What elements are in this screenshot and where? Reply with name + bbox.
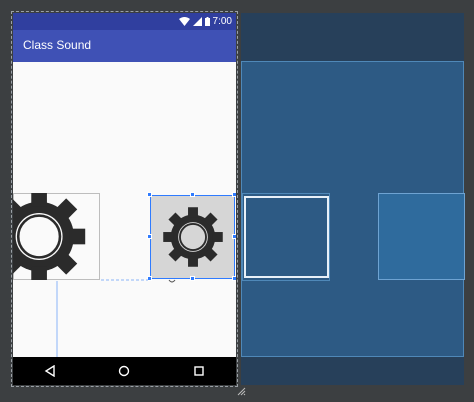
surface-resize-icon[interactable]	[236, 386, 246, 396]
recents-icon	[194, 366, 204, 376]
constraint-lines	[56, 279, 176, 357]
battery-icon	[204, 17, 210, 26]
back-button[interactable]	[36, 360, 64, 382]
layout-editor: 7:00 Class Sound	[0, 0, 474, 402]
home-button[interactable]	[110, 360, 138, 382]
blueprint-screen[interactable]	[241, 61, 465, 357]
blueprint-image-2[interactable]	[378, 193, 465, 280]
status-bar: 7:00	[13, 13, 236, 30]
app-bar: Class Sound	[13, 30, 236, 62]
signal-icon	[192, 17, 202, 26]
navigation-bar	[13, 357, 236, 385]
recents-button[interactable]	[185, 360, 213, 382]
wifi-icon	[178, 17, 190, 26]
back-icon	[44, 365, 55, 377]
blueprint-surface[interactable]	[241, 13, 465, 385]
design-surface[interactable]: 7:00 Class Sound	[13, 13, 236, 385]
blueprint-image-1[interactable]	[244, 196, 329, 278]
home-icon	[119, 365, 130, 377]
content-area[interactable]	[13, 62, 236, 357]
status-time: 7:00	[212, 16, 232, 27]
app-title: Class Sound	[23, 38, 92, 52]
